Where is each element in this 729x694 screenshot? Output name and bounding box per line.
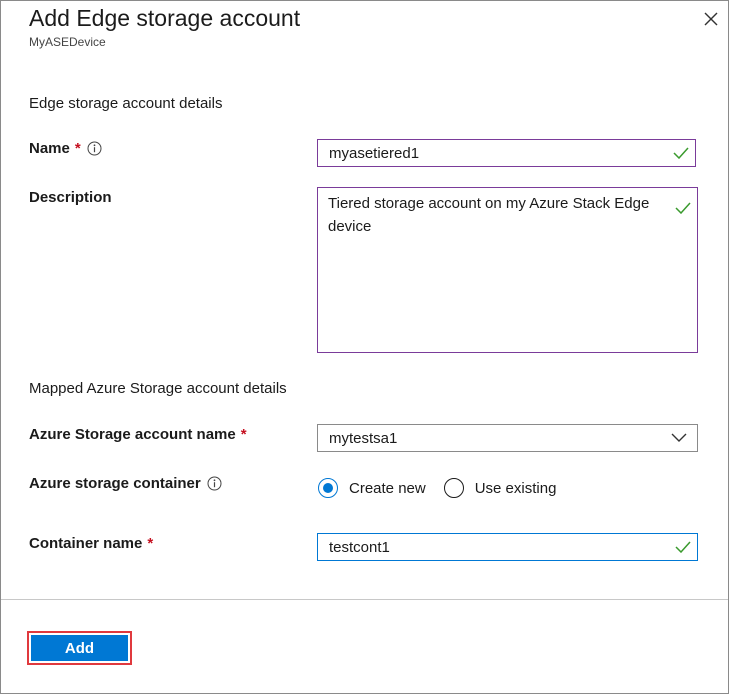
radio-button[interactable] [443, 478, 464, 498]
container-name-label-text: Container name [29, 535, 143, 552]
radio-button-selected[interactable] [318, 478, 338, 498]
name-input[interactable]: myasetiered1 [317, 139, 696, 167]
azure-section-heading: Mapped Azure Storage account details [29, 380, 287, 397]
add-edge-storage-account-blade: Add Edge storage account MyASEDevice Edg… [0, 0, 729, 694]
name-label-text: Name [29, 140, 70, 157]
info-icon[interactable] [87, 141, 102, 156]
description-textarea[interactable]: Tiered storage account on my Azure Stack… [317, 187, 698, 353]
container-name-value: testcont1 [329, 538, 390, 556]
required-marker: * [240, 426, 247, 443]
description-label: Description [29, 189, 112, 206]
storage-account-label: Azure Storage account name * [29, 426, 247, 443]
storage-container-label: Azure storage container [29, 475, 222, 492]
storage-account-label-text: Azure Storage account name [29, 426, 236, 443]
radio-create-new-label: Create new [349, 479, 426, 497]
edge-section-heading: Edge storage account details [29, 95, 223, 112]
footer-divider [1, 599, 728, 600]
description-label-text: Description [29, 189, 112, 206]
info-icon[interactable] [207, 476, 222, 491]
page-title: Add Edge storage account [29, 5, 301, 31]
required-marker: * [74, 140, 81, 157]
container-name-label: Container name * [29, 535, 153, 552]
required-marker: * [147, 535, 154, 552]
name-label: Name * [29, 140, 102, 157]
radio-use-existing-label: Use existing [474, 479, 557, 497]
storage-container-radio-group: Create new Use existing [318, 478, 556, 498]
radio-use-existing[interactable]: Use existing [443, 478, 557, 498]
chevron-down-icon [671, 433, 687, 442]
checkmark-icon [675, 541, 691, 553]
radio-dot [323, 483, 333, 493]
close-icon [704, 12, 718, 26]
radio-create-new[interactable]: Create new [318, 478, 426, 498]
page-subtitle: MyASEDevice [29, 35, 106, 49]
description-value: Tiered storage account on my Azure Stack… [328, 195, 650, 235]
checkmark-icon [673, 147, 689, 159]
storage-container-label-text: Azure storage container [29, 475, 201, 492]
storage-account-select[interactable]: mytestsa1 [317, 424, 698, 452]
storage-account-selected: mytestsa1 [329, 429, 398, 447]
add-button[interactable]: Add [31, 635, 128, 661]
container-name-input[interactable]: testcont1 [317, 533, 698, 561]
checkmark-icon [675, 202, 691, 214]
name-input-value: myasetiered1 [329, 144, 420, 162]
close-button[interactable] [700, 8, 722, 30]
